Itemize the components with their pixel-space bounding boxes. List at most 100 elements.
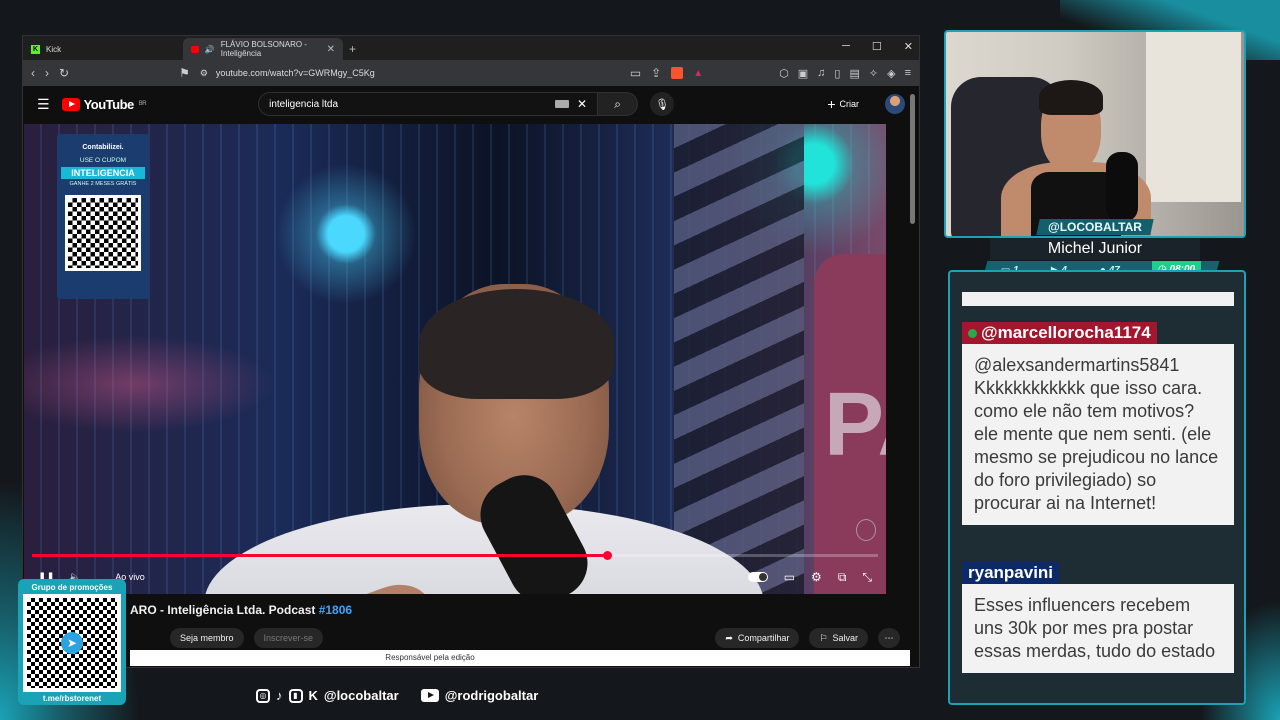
new-tab-button[interactable]: + xyxy=(349,42,356,60)
channel-watermark-icon[interactable] xyxy=(856,519,876,541)
extension-icon[interactable]: ⬡ xyxy=(779,67,789,80)
share-button[interactable]: ➦ Compartilhar xyxy=(715,628,800,648)
forward-button[interactable]: › xyxy=(45,66,49,80)
video-player[interactable]: PA Contabilizei. USE O CUPOM INTELIGENCI… xyxy=(24,124,886,594)
twitch-icon: ▮ xyxy=(288,688,303,703)
youtube-play-icon xyxy=(61,97,80,111)
tiktok-icon: ♪ xyxy=(276,688,283,703)
music-icon[interactable]: ♫ xyxy=(817,67,825,80)
webcam-feed xyxy=(944,30,1246,238)
brave-shield-icon[interactable] xyxy=(671,67,684,79)
page-scrollbar[interactable] xyxy=(910,88,916,668)
tab-kick[interactable]: K Kick xyxy=(23,38,183,60)
search-icon: ⌕ xyxy=(614,96,621,111)
user-badge-icon xyxy=(968,329,977,339)
tab-youtube[interactable]: 🔊 FLÁVIO BOLSONARO - Inteligência ✕ xyxy=(183,38,343,60)
close-tab-icon[interactable]: ✕ xyxy=(327,44,335,55)
join-button[interactable]: Seja membro xyxy=(170,628,244,648)
share-label: Compartilhar xyxy=(737,633,790,643)
promo-url: t.me/rbstorenet xyxy=(42,694,102,703)
sidebar-icon[interactable]: ▯ xyxy=(834,67,840,80)
instagram-icon: ◎ xyxy=(256,688,270,703)
youtube-header: ☰ YouTube BR inteligencia ltda ✕ ⌕ 🎙 + C… xyxy=(23,86,919,122)
youtube-logo-text: YouTube xyxy=(83,96,135,112)
video-title-text: ARO - Inteligência Ltda. Podcast xyxy=(130,603,319,617)
brave-rewards-icon[interactable]: ▲ xyxy=(693,68,703,79)
description-notice: Responsável pela edição xyxy=(130,650,910,666)
search-query: inteligencia ltda xyxy=(269,98,339,110)
address-bar: ‹ › ↻ ⚑ ⚙ youtube.com/watch?v=GWRMgy_C5K… xyxy=(23,60,919,86)
url-text: youtube.com/watch?v=GWRMgy_C5Kg xyxy=(215,68,375,78)
create-label: Criar xyxy=(839,99,860,109)
share-icon: ➦ xyxy=(725,632,733,643)
search-button[interactable]: ⌕ xyxy=(598,92,639,116)
join-label: Seja membro xyxy=(180,633,234,643)
search-input[interactable]: inteligencia ltda ✕ xyxy=(258,92,599,116)
minimize-button[interactable]: ─ xyxy=(842,40,850,53)
kick-icon: K xyxy=(31,44,40,54)
save-button[interactable]: ⚐ Salvar xyxy=(809,628,868,648)
avatar[interactable] xyxy=(885,94,905,114)
more-actions-button[interactable]: ⋯ xyxy=(878,628,900,648)
bookmark-icon: ⚐ xyxy=(819,632,828,643)
save-label: Salvar xyxy=(832,633,858,643)
reload-button[interactable]: ↻ xyxy=(59,66,69,80)
streamer-handle-text: @LOCOBALTAR xyxy=(1048,220,1142,234)
video-frame xyxy=(419,289,614,399)
sponsor-brand: Contabilizei. xyxy=(82,144,124,151)
fullscreen-exit-icon[interactable]: ⤡ xyxy=(862,570,872,585)
promo-group-label: Grupo de promoções xyxy=(31,583,113,592)
region-label: BR xyxy=(138,101,147,107)
extension-icon[interactable]: ▣ xyxy=(798,67,808,80)
tab-label: Kick xyxy=(46,44,62,54)
clear-search-icon[interactable]: ✕ xyxy=(577,97,587,111)
chat-text: @alexsandermartins5841 Kkkkkkkkkkkk que … xyxy=(962,344,1234,525)
youtube-logo[interactable]: YouTube BR xyxy=(61,96,147,112)
promo-qr-box: Grupo de promoções ➤ t.me/rbstorenet xyxy=(18,579,126,705)
screenshot-icon[interactable]: ▭ xyxy=(630,66,641,80)
chat-message: ryanpavini Esses influencers recebem uns… xyxy=(962,562,1234,673)
miniplayer-icon[interactable]: ⧉ xyxy=(838,570,847,585)
subscribe-button[interactable]: Inscrever-se xyxy=(253,628,324,648)
player-controls: ❚❚ 🔈 Ao vivo ▭ ⚙ ⧉ ⤡ xyxy=(24,562,886,592)
qr-code xyxy=(65,194,141,271)
site-info-icon[interactable]: ⚙ xyxy=(200,68,208,79)
progress-bar[interactable] xyxy=(32,551,878,560)
chat-username-text: @marcellorocha1174 xyxy=(981,323,1151,342)
url-field[interactable]: ⚙ youtube.com/watch?v=GWRMgy_C5Kg xyxy=(200,64,620,82)
chat-message: @marcellorocha1174 @alexsandermartins584… xyxy=(962,322,1234,525)
share-icon[interactable]: ⇪ xyxy=(651,66,661,80)
maximize-button[interactable]: ☐ xyxy=(872,40,882,53)
voice-search-button[interactable]: 🎙 xyxy=(650,92,675,116)
speaker-icon: 🔊 xyxy=(204,44,215,54)
sponsor-text: USE O CUPOM xyxy=(79,157,127,164)
create-button[interactable]: + Criar xyxy=(827,96,859,112)
close-window-button[interactable]: ✕ xyxy=(904,40,913,53)
subscribe-label: Inscrever-se xyxy=(263,633,314,643)
subtitles-icon[interactable]: ▭ xyxy=(784,570,795,584)
webcam-frame xyxy=(1146,32,1241,202)
webcam-frame xyxy=(1039,80,1103,115)
sponsor-banner: Contabilizei. USE O CUPOM INTELIGENCIA G… xyxy=(57,134,149,299)
telegram-icon: ➤ xyxy=(61,632,83,654)
chat-text: Esses influencers recebem uns 30k por me… xyxy=(962,584,1234,673)
youtube-handle: @rodrigobaltar xyxy=(444,688,539,703)
youtube-icon xyxy=(191,45,199,53)
plus-icon: + xyxy=(827,96,836,112)
settings-icon[interactable]: ⚙ xyxy=(811,570,822,584)
bookmark-icon[interactable]: ⚑ xyxy=(179,66,190,80)
video-title: ARO - Inteligência Ltda. Podcast #1806 xyxy=(130,603,352,617)
autoplay-toggle[interactable] xyxy=(747,572,768,582)
hamburger-menu-icon[interactable]: ☰ xyxy=(37,96,50,113)
wallet-icon[interactable]: ▤ xyxy=(849,67,859,80)
menu-icon[interactable]: ≡ xyxy=(905,67,911,80)
keyboard-icon[interactable] xyxy=(555,100,570,108)
mic-icon: 🎙 xyxy=(655,98,670,111)
back-button[interactable]: ‹ xyxy=(31,66,35,80)
leo-icon[interactable]: ✧ xyxy=(869,67,878,80)
scrollbar-thumb[interactable] xyxy=(910,94,915,224)
progress-fill xyxy=(32,554,608,557)
coupon-code: INTELIGENCIA xyxy=(61,166,145,179)
hashtag-link[interactable]: #1806 xyxy=(319,603,352,617)
vpn-icon[interactable]: ◈ xyxy=(887,67,895,80)
